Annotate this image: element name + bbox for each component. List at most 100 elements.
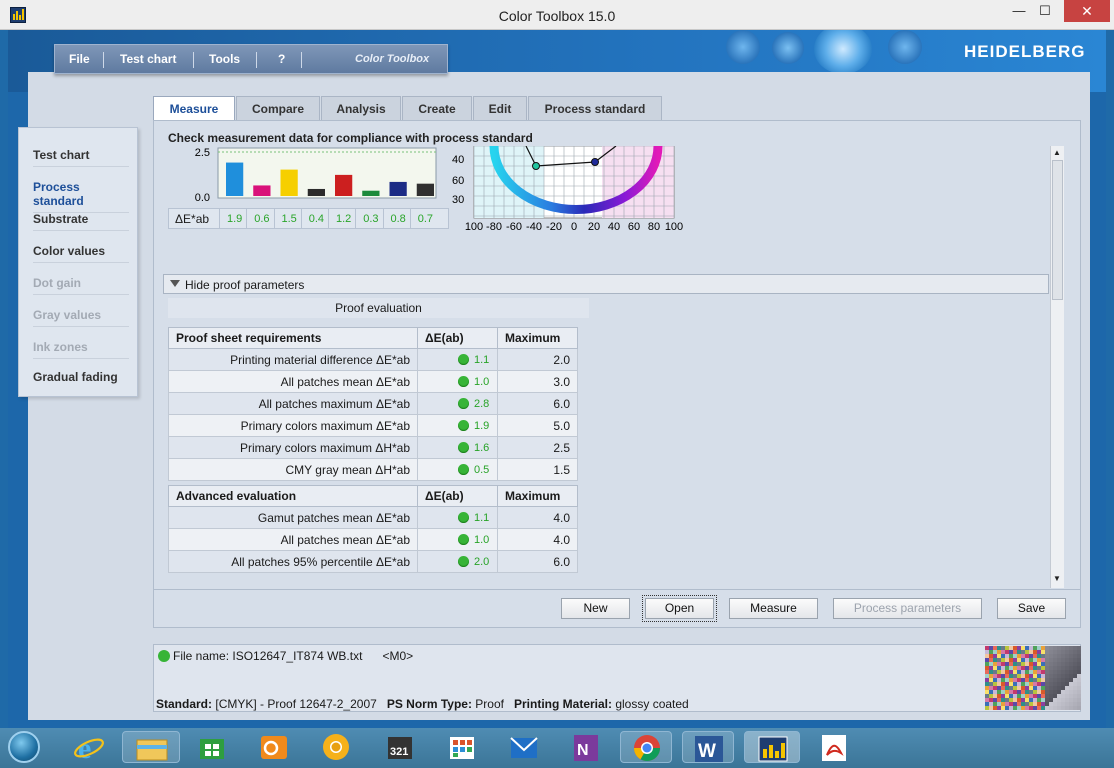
process-parameters-button: Process parameters	[833, 598, 982, 619]
tab-analysis[interactable]: Analysis	[321, 96, 401, 120]
vertical-scrollbar[interactable]: ▲ ▼	[1050, 146, 1064, 588]
status-panel: File name: ISO12647_IT874 WB.txt <M0> St…	[153, 644, 1081, 712]
sidebar-item-color-values[interactable]: Color values	[33, 244, 129, 263]
sidebar: Test chart Process standard Substrate Co…	[18, 127, 138, 397]
pass-status-icon	[458, 533, 469, 545]
tab-compare[interactable]: Compare	[236, 96, 320, 120]
delta-e-value: 0.3	[363, 213, 379, 225]
mail-icon[interactable]	[508, 731, 540, 763]
new-button[interactable]: New	[561, 598, 630, 619]
delta-e-value: 1.2	[336, 213, 352, 225]
table-row: All patches mean ΔE*ab 1.0 4.0	[168, 528, 578, 551]
advanced-evaluation-table: Advanced evaluation ΔE(ab) Maximum Gamut…	[168, 485, 578, 573]
y-tick-label: 0.0	[195, 192, 210, 202]
chrome-canary-icon[interactable]	[320, 731, 352, 763]
delta-e-value: 1.0	[474, 533, 490, 546]
table-row: All patches maximum ΔE*ab 2.8 6.0	[168, 392, 578, 415]
gamut-x-tick-label: -20	[546, 221, 562, 233]
table-row: Gamut patches mean ΔE*ab 1.1 4.0	[168, 506, 578, 529]
sidebar-item-gradual-fading[interactable]: Gradual fading	[33, 370, 129, 388]
acrobat-icon[interactable]	[818, 731, 850, 763]
onenote-icon[interactable]: N	[570, 731, 602, 763]
tab-edit[interactable]: Edit	[473, 96, 527, 120]
delta-e-value-row: ΔE*ab 1.9 0.6 1.5 0.4 1.2 0.3 0.8 0.7	[168, 208, 449, 229]
gamut-x-tick-label: 20	[588, 221, 600, 233]
requirement-name: Primary colors maximum ΔH*ab	[168, 436, 418, 459]
delta-e-value: 1.1	[474, 353, 490, 366]
menu-bar: File Test chart Tools ? Color Toolbox	[54, 44, 448, 74]
outlook-icon[interactable]	[258, 731, 290, 763]
bar-k	[307, 188, 325, 196]
maximum-cell: 6.0	[497, 550, 578, 573]
proof-evaluation-title: Proof evaluation	[168, 298, 589, 318]
delta-e-cell: 1.0	[417, 370, 498, 393]
save-button[interactable]: Save	[997, 598, 1066, 619]
tab-measure[interactable]: Measure	[153, 96, 235, 121]
video-player-icon[interactable]: 321	[384, 731, 416, 763]
table-row: Primary colors maximum ΔH*ab 1.6 2.5	[168, 436, 578, 459]
word-icon[interactable]: W	[682, 731, 734, 763]
tab-create[interactable]: Create	[402, 96, 472, 120]
sidebar-item-gray-values: Gray values	[33, 308, 129, 327]
start-orb-icon[interactable]	[8, 731, 40, 763]
sidebar-item-test-chart[interactable]: Test chart	[33, 148, 129, 167]
pass-status-icon	[458, 397, 469, 409]
sidebar-item-process-standard[interactable]: Process standard	[33, 180, 129, 213]
gamut-x-tick-label: -80	[486, 221, 502, 233]
delta-e-value: 1.1	[474, 511, 490, 524]
apps-icon[interactable]	[446, 731, 478, 763]
pass-status-icon	[458, 463, 469, 475]
requirement-name: All patches mean ΔE*ab	[168, 528, 418, 551]
y-tick-label: 2.5	[195, 147, 210, 159]
scrollbar-thumb[interactable]	[1052, 160, 1063, 300]
open-button[interactable]: Open	[642, 595, 717, 622]
file-explorer-icon[interactable]	[122, 731, 180, 763]
pass-status-icon	[458, 375, 469, 387]
menu-help[interactable]: ?	[278, 52, 285, 66]
sidebar-item-substrate[interactable]: Substrate	[33, 212, 129, 231]
column-header: Maximum	[497, 327, 578, 349]
measure-button[interactable]: Measure	[729, 598, 818, 619]
gamut-x-tick-label: 60	[628, 221, 640, 233]
table-row: All patches mean ΔE*ab 1.0 3.0	[168, 370, 578, 393]
bar-g	[362, 190, 380, 196]
pass-status-icon	[458, 511, 469, 523]
close-button[interactable]: ✕	[1064, 0, 1110, 22]
column-header: Proof sheet requirements	[168, 327, 418, 349]
hide-proof-parameters-toggle[interactable]: Hide proof parameters	[163, 274, 1049, 294]
delta-e-bar-chart: 2.5 0.0	[195, 147, 437, 202]
maximize-button[interactable]: ☐	[1030, 0, 1060, 22]
delta-e-value: 2.8	[474, 397, 490, 410]
gamut-x-tick-label: -40	[526, 221, 542, 233]
scroll-down-icon[interactable]: ▼	[1053, 574, 1061, 583]
file-name-label: File name: ISO12647_IT874 WB.txt <M0>	[173, 649, 414, 663]
scroll-up-icon[interactable]: ▲	[1053, 148, 1061, 157]
gamut-y-tick-label: 60	[452, 175, 464, 187]
maximum-cell: 1.5	[497, 458, 578, 481]
column-header: ΔE(ab)	[417, 327, 498, 349]
delta-e-cell: 1.0	[417, 528, 498, 551]
tab-process-standard[interactable]: Process standard	[528, 96, 662, 120]
requirement-name: All patches maximum ΔE*ab	[168, 392, 418, 415]
chrome-icon[interactable]	[620, 731, 672, 763]
table-row: CMY gray mean ΔH*ab 0.5 1.5	[168, 458, 578, 481]
internet-explorer-icon[interactable]: e	[72, 731, 104, 765]
color-toolbox-brand: Color Toolbox	[355, 53, 430, 65]
menu-test-chart[interactable]: Test chart	[120, 52, 176, 66]
maximum-cell: 4.0	[497, 506, 578, 529]
delta-e-value: 1.6	[474, 441, 490, 454]
svg-text:W: W	[698, 741, 716, 762]
delta-e-cell: 2.8	[417, 392, 498, 415]
delta-e-value: 1.9	[474, 419, 490, 432]
color-toolbox-icon[interactable]	[744, 731, 800, 763]
pass-status-icon	[458, 441, 469, 453]
delta-e-value: 0.7	[417, 213, 434, 225]
delta-e-cell: 2.0	[417, 550, 498, 573]
gamut-x-tick-label: 80	[648, 221, 660, 233]
menu-tools[interactable]: Tools	[209, 52, 240, 66]
menu-file[interactable]: File	[69, 52, 90, 66]
gamut-y-tick-label: 40	[452, 154, 464, 166]
bar-c	[226, 162, 244, 196]
bar-m	[253, 185, 271, 196]
store-icon[interactable]	[196, 731, 228, 763]
